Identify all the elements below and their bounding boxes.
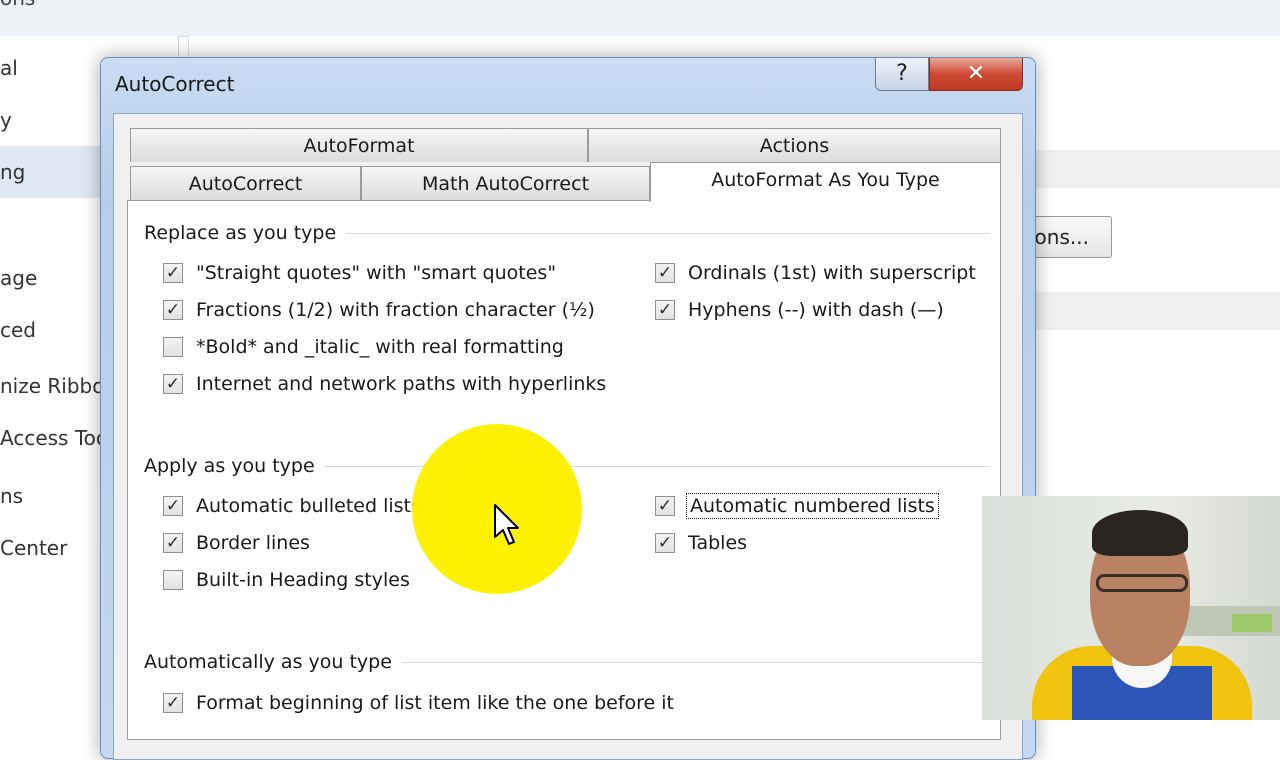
checkbox-bold-italic[interactable]	[163, 337, 183, 357]
checkbox-smart-quotes[interactable]: ✓	[163, 263, 183, 283]
webcam-shelf-item	[1232, 614, 1272, 632]
tab-autocorrect[interactable]: AutoCorrect	[130, 166, 361, 200]
checkbox-format-list-item[interactable]: ✓	[163, 693, 183, 713]
background-section-band	[1030, 292, 1280, 330]
checkbox-fractions[interactable]: ✓	[163, 300, 183, 320]
checkbox-ordinals[interactable]: ✓	[655, 263, 675, 283]
option-heading-styles[interactable]: Built-in Heading styles	[163, 569, 410, 591]
option-bold-italic[interactable]: *Bold* and _italic_ with real formatting	[163, 336, 564, 358]
option-hyphens[interactable]: ✓ Hyphens (--) with dash (—)	[655, 299, 944, 321]
webcam-presenter-hair	[1092, 510, 1188, 556]
option-tables[interactable]: ✓ Tables	[655, 532, 747, 554]
tab-autoformat[interactable]: AutoFormat	[130, 128, 588, 162]
option-border-lines[interactable]: ✓ Border lines	[163, 532, 310, 554]
background-title-text: ons	[0, 0, 35, 10]
mouse-cursor-icon	[494, 504, 519, 545]
option-numbered-lists[interactable]: ✓ Automatic numbered lists	[655, 493, 939, 519]
webcam-presenter-glasses	[1096, 574, 1188, 592]
option-label: Automatic bulleted lists	[196, 495, 421, 517]
option-label: Format beginning of list item like the o…	[196, 692, 674, 714]
background-titlebar: ons	[0, 0, 1280, 37]
option-label: Border lines	[196, 532, 310, 554]
close-button[interactable]: ✕	[929, 58, 1023, 91]
option-bulleted-lists[interactable]: ✓ Automatic bulleted lists	[163, 495, 421, 517]
option-label: Hyphens (--) with dash (—)	[688, 299, 944, 321]
checkbox-hyperlinks[interactable]: ✓	[163, 374, 183, 394]
option-label: Ordinals (1st) with superscript	[688, 262, 976, 284]
option-label: Built-in Heading styles	[196, 569, 410, 591]
option-format-list-item[interactable]: ✓ Format beginning of list item like the…	[163, 692, 674, 714]
checkbox-numbered-lists[interactable]: ✓	[655, 496, 675, 516]
webcam-overlay	[982, 496, 1280, 720]
option-label: *Bold* and _italic_ with real formatting	[196, 336, 564, 358]
option-smart-quotes[interactable]: ✓ "Straight quotes" with "smart quotes"	[163, 262, 556, 284]
group-label-automatically-as-you-type: Automatically as you type	[144, 651, 402, 673]
option-hyperlinks[interactable]: ✓ Internet and network paths with hyperl…	[163, 373, 606, 395]
checkbox-tables[interactable]: ✓	[655, 533, 675, 553]
option-ordinals[interactable]: ✓ Ordinals (1st) with superscript	[655, 262, 976, 284]
checkbox-heading-styles[interactable]	[163, 570, 183, 590]
checkbox-border-lines[interactable]: ✓	[163, 533, 183, 553]
option-label: Tables	[688, 532, 748, 554]
tab-math-autocorrect[interactable]: Math AutoCorrect	[361, 166, 650, 200]
background-section-band	[1030, 150, 1280, 188]
checkbox-hyphens[interactable]: ✓	[655, 300, 675, 320]
tab-autoformat-as-you-type[interactable]: AutoFormat As You Type	[650, 162, 1001, 202]
group-label-replace-as-you-type: Replace as you type	[144, 222, 347, 244]
option-label: Fractions (1/2) with fraction character …	[196, 299, 595, 321]
option-fractions[interactable]: ✓ Fractions (1/2) with fraction characte…	[163, 299, 595, 321]
help-button[interactable]: ?	[875, 58, 929, 91]
option-label: "Straight quotes" with "smart quotes"	[196, 262, 557, 284]
tab-actions[interactable]: Actions	[588, 128, 1001, 162]
dialog-title: AutoCorrect	[115, 72, 235, 96]
option-label-focused: Automatic numbered lists	[686, 493, 939, 519]
group-label-apply-as-you-type: Apply as you type	[144, 455, 325, 477]
option-label: Internet and network paths with hyperlin…	[196, 373, 607, 395]
checkbox-bulleted-lists[interactable]: ✓	[163, 496, 183, 516]
